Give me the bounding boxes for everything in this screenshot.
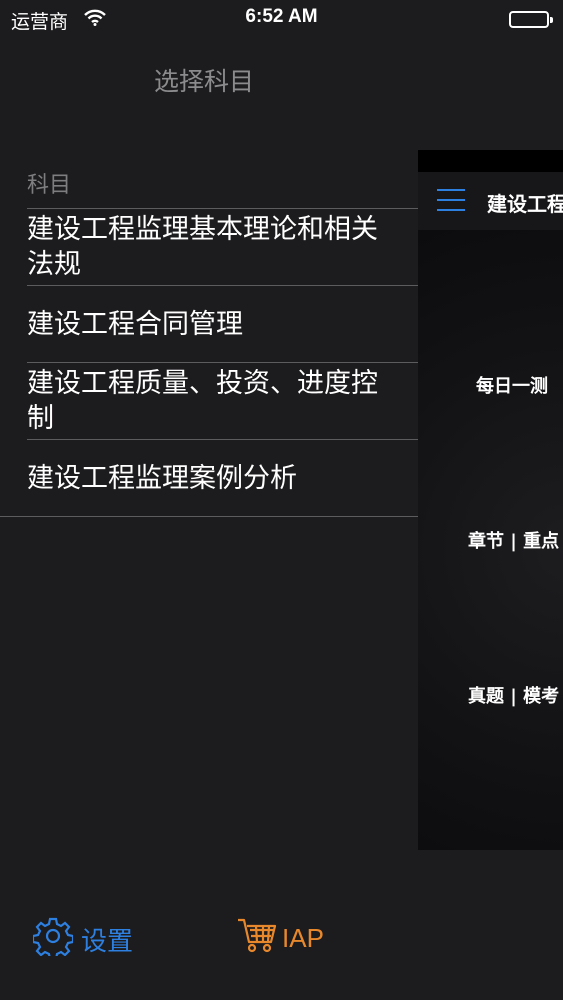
iap-label: IAP	[282, 923, 324, 953]
settings-label: 设置	[81, 927, 134, 957]
subject-list: 建设工程监理基本理论和相关法规 建设工程合同管理 建设工程质量、投资、进度控制 …	[0, 208, 418, 516]
chapter-key-label[interactable]: 章节 | 重点	[468, 527, 559, 553]
list-divider	[0, 516, 418, 517]
status-bar: 运营商 6:52 AM	[0, 0, 563, 38]
main-status-strip	[418, 150, 563, 172]
hamburger-menu-icon[interactable]	[437, 189, 465, 213]
battery-icon	[509, 11, 553, 28]
menu-title: 选择科目	[153, 67, 254, 96]
settings-button[interactable]: 设置	[31, 916, 134, 963]
clock: 6:52 AM	[245, 6, 318, 27]
subject-item-label: 建设工程合同管理	[27, 308, 243, 340]
subject-item[interactable]: 建设工程合同管理	[27, 285, 418, 362]
subject-item[interactable]: 建设工程监理基本理论和相关法规	[27, 208, 418, 285]
daily-test-label[interactable]: 每日一测	[476, 372, 548, 398]
subject-item-label: 建设工程监理基本理论和相关法规	[27, 214, 378, 280]
main-view-preview[interactable]: 建设工程 每日一测 章节 | 重点 真题 | 模考	[418, 150, 563, 850]
subject-item-label: 建设工程质量、投资、进度控制	[27, 368, 378, 434]
section-header: 科目	[27, 173, 72, 198]
cart-icon	[236, 916, 282, 961]
exam-mock-label[interactable]: 真题 | 模考	[468, 682, 559, 708]
main-body: 每日一测 章节 | 重点 真题 | 模考	[418, 230, 563, 850]
subject-item[interactable]: 建设工程质量、投资、进度控制	[27, 362, 418, 439]
iap-button[interactable]: IAP	[236, 916, 324, 961]
subject-item[interactable]: 建设工程监理案例分析	[27, 439, 418, 516]
main-navbar: 建设工程	[418, 172, 563, 231]
gear-icon	[31, 916, 81, 963]
main-nav-title: 建设工程	[487, 192, 563, 216]
subject-item-label: 建设工程监理案例分析	[27, 462, 297, 494]
